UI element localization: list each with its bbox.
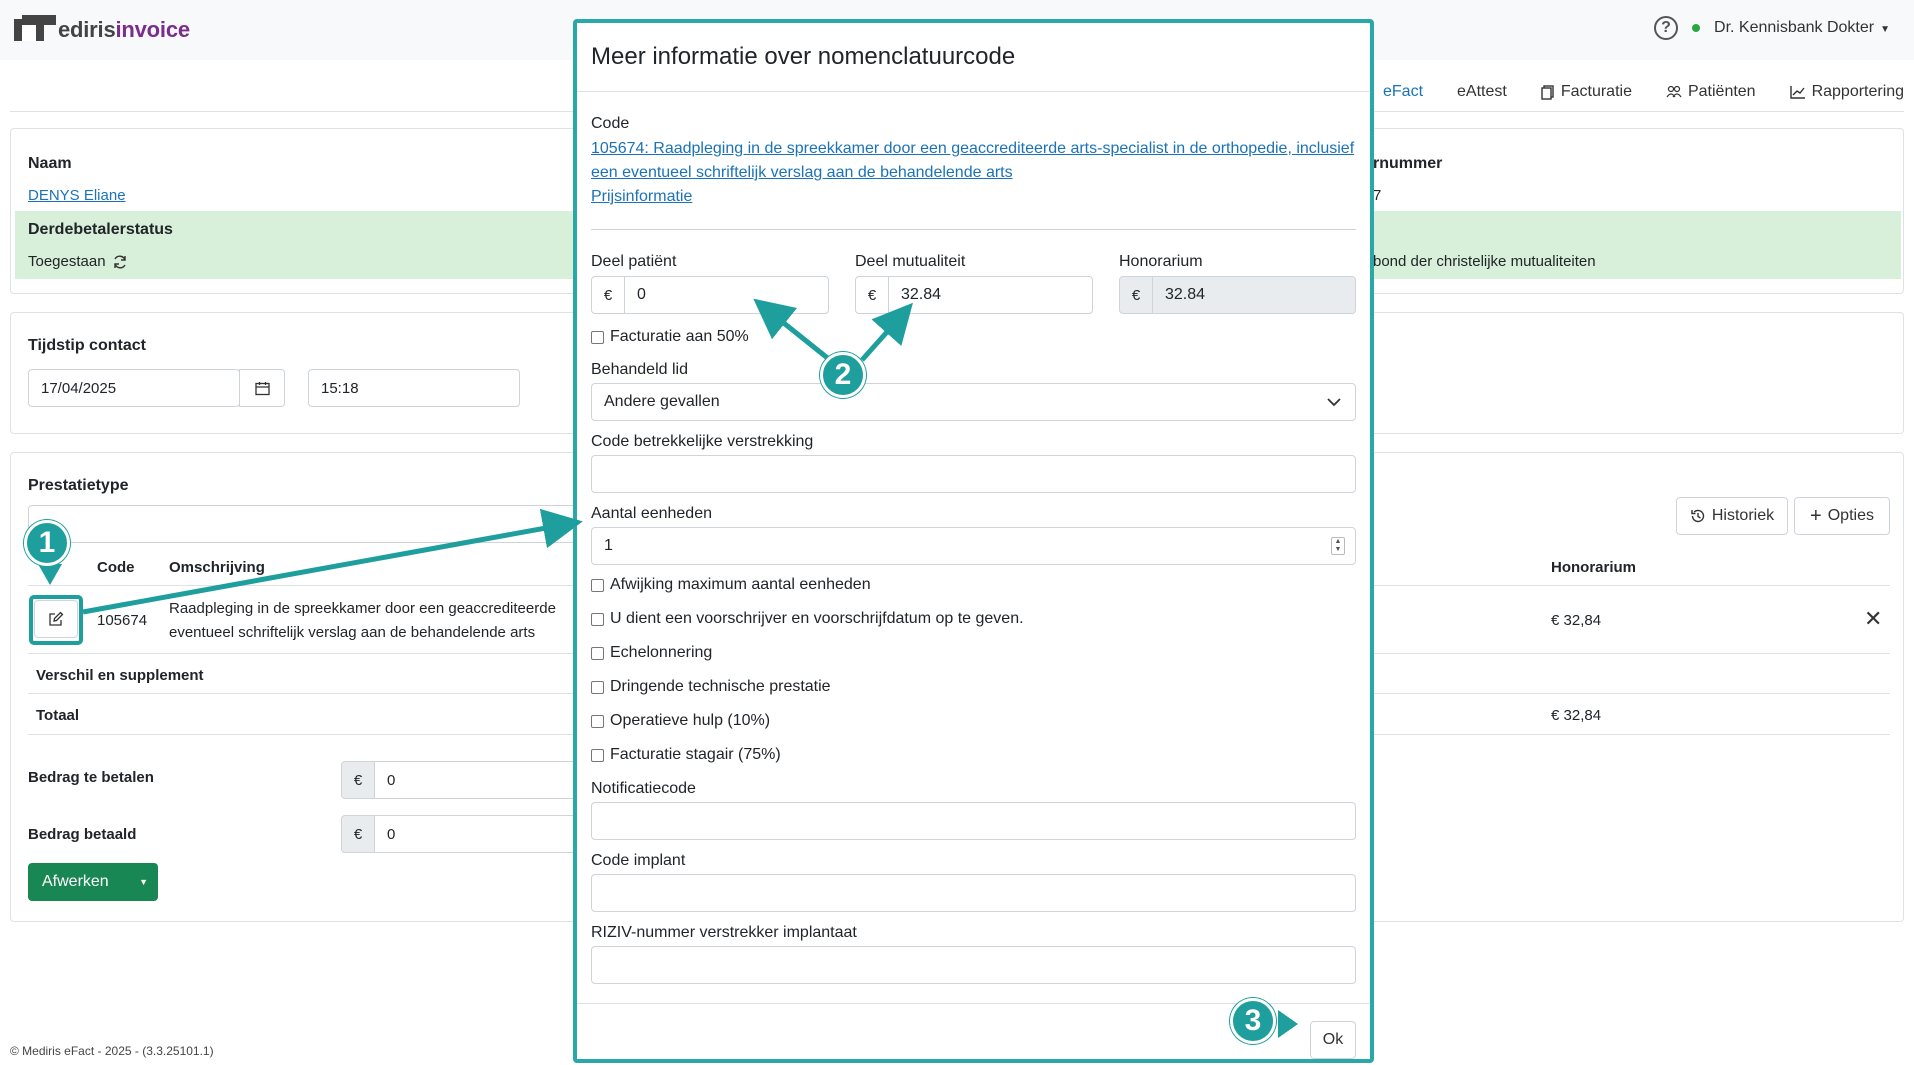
code-link-line1[interactable]: 105674: Raadpleging in de spreekkamer do… [591, 137, 1354, 161]
number-value: 7 [1373, 187, 1382, 204]
prestatie-label: Prestatietype [28, 477, 129, 494]
delete-row-icon[interactable]: ✕ [1864, 606, 1882, 632]
riziv-label: RIZIV-nummer verstrekker implantaat [591, 924, 857, 941]
tab-rapportering[interactable]: Rapportering [1773, 80, 1914, 104]
name-label: Naam [28, 155, 72, 172]
row-desc-line1: Raadpleging in de spreekkamer door een g… [169, 600, 556, 617]
behandeld-select[interactable]: Andere gevallen [591, 383, 1356, 421]
contact-date-input[interactable]: 17/04/2025 [28, 369, 240, 407]
col-code: Code [97, 559, 135, 576]
check-afwijking[interactable]: Afwijking maximum aantal eenheden [591, 576, 871, 594]
help-icon[interactable]: ? [1654, 16, 1679, 40]
tab-eattest[interactable]: eAttest [1440, 80, 1524, 104]
row-code: 105674 [97, 612, 148, 629]
check-dringende[interactable]: Dringende technische prestatie [591, 678, 831, 696]
aantal-input[interactable]: 1 ▲ ▼ [591, 527, 1356, 565]
modal-title: Meer informatie over nomenclatuurcode [591, 43, 1016, 70]
main-nav: eFact eAttest Facturatie Patiënten Rappo… [1366, 80, 1914, 104]
chart-icon [1789, 86, 1805, 99]
paid-input[interactable]: 0 [374, 815, 594, 853]
refresh-icon[interactable] [112, 254, 128, 270]
tab-facturatie[interactable]: Facturatie [1524, 80, 1649, 104]
implant-input[interactable] [591, 874, 1356, 912]
calendar-icon [254, 381, 270, 395]
fact50-checkbox[interactable]: Facturatie aan 50% [591, 328, 749, 346]
honorarium-label: Honorarium [1119, 253, 1203, 270]
online-status-icon [1692, 24, 1701, 32]
deel-mut-input[interactable]: 32.84 [888, 276, 1093, 314]
row-honorarium: € 32,84 [1551, 612, 1602, 629]
honorarium-input: 32.84 [1152, 276, 1356, 314]
number-label: rnummer [1373, 155, 1443, 172]
deel-mut-currency: € [855, 276, 889, 314]
history-icon [1691, 509, 1705, 523]
to-pay-currency: € [341, 761, 375, 799]
nomenclature-modal: Meer informatie over nomenclatuurcode Co… [573, 19, 1374, 1063]
honorarium-currency: € [1119, 276, 1153, 314]
notif-input[interactable] [591, 802, 1356, 840]
app-logo[interactable]: edirisinvoice [14, 14, 190, 46]
code-label: Code [591, 115, 630, 132]
col-honorarium: Honorarium [1551, 559, 1637, 576]
riziv-input[interactable] [591, 946, 1356, 984]
prestatie-search-input[interactable] [28, 505, 583, 543]
deel-patient-label: Deel patiënt [591, 253, 677, 270]
code-verstrekking-label: Code betrekkelijke verstrekking [591, 433, 814, 450]
user-menu[interactable]: Dr. Kennisbank Dokter ▼ [1714, 19, 1890, 37]
status-label: Derdebetalerstatus [28, 221, 173, 238]
paid-label: Bedrag betaald [28, 826, 137, 843]
stepper-icon[interactable]: ▲ ▼ [1331, 537, 1345, 555]
logo-text: edirisinvoice [58, 17, 190, 42]
check-stagair[interactable]: Facturatie stagair (75%) [591, 746, 781, 764]
users-icon [1666, 85, 1682, 98]
code-link-line2[interactable]: een eventueel schriftelijk verslag aan d… [591, 161, 1013, 185]
annotation-badge-2: 2 [820, 352, 866, 398]
paid-currency: € [341, 815, 375, 853]
check-voorschrijver[interactable]: U dient een voorschrijver en voorschrijf… [591, 610, 1024, 628]
to-pay-label: Bedrag te betalen [28, 769, 154, 786]
finish-button[interactable]: Afwerken ▼ [28, 863, 158, 901]
code-verstrekking-input[interactable] [591, 455, 1356, 493]
annotation-badge-1: 1 [24, 520, 70, 566]
copy-icon [1541, 84, 1554, 100]
logo-mark-icon [14, 15, 56, 45]
check-echelonnering[interactable]: Echelonnering [591, 644, 712, 662]
mutuality-name: bond der christelijke mutualiteiten [1373, 253, 1596, 270]
deel-mut-label: Deel mutualiteit [855, 253, 966, 270]
history-button[interactable]: Historiek [1676, 497, 1788, 535]
dropdown-caret-icon[interactable]: ▼ [139, 877, 148, 887]
ok-button[interactable]: Ok [1310, 1021, 1356, 1059]
contact-label: Tijdstip contact [28, 337, 146, 354]
tab-patienten[interactable]: Patiënten [1649, 80, 1773, 104]
calendar-button[interactable] [239, 369, 285, 407]
notif-label: Notificatiecode [591, 780, 696, 797]
implant-label: Code implant [591, 852, 686, 869]
contact-time-input[interactable]: 15:18 [308, 369, 520, 407]
edit-icon [49, 611, 64, 626]
tab-efact[interactable]: eFact [1366, 80, 1440, 104]
deel-patient-currency: € [591, 276, 625, 314]
behandeld-label: Behandeld lid [591, 361, 688, 378]
patient-name-link[interactable]: DENYS Eliane [28, 187, 126, 204]
aantal-label: Aantal eenheden [591, 505, 712, 522]
row-desc-line2: eventueel schriftelijk verslag aan de be… [169, 624, 536, 641]
chevron-down-icon: ▼ [1880, 24, 1890, 35]
annotation-badge-3: 3 [1230, 998, 1276, 1044]
total-label: Totaal [36, 707, 80, 724]
check-operatieve-hulp[interactable]: Operatieve hulp (10%) [591, 712, 770, 730]
options-button[interactable]: + Opties [1794, 497, 1890, 535]
to-pay-input[interactable]: 0 [374, 761, 594, 799]
status-value: Toegestaan [28, 253, 128, 270]
footer-text: © Mediris eFact - 2025 - (3.3.25101.1) [10, 1044, 214, 1058]
chevron-down-icon [1327, 397, 1341, 406]
deel-patient-input[interactable]: 0 [624, 276, 829, 314]
diff-supplement-label: Verschil en supplement [36, 667, 204, 684]
edit-code-button[interactable] [34, 600, 78, 638]
price-info-link[interactable]: Prijsinformatie [591, 185, 692, 209]
col-description: Omschrijving [169, 559, 265, 576]
total-value: € 32,84 [1551, 707, 1602, 724]
plus-icon: + [1810, 505, 1822, 527]
